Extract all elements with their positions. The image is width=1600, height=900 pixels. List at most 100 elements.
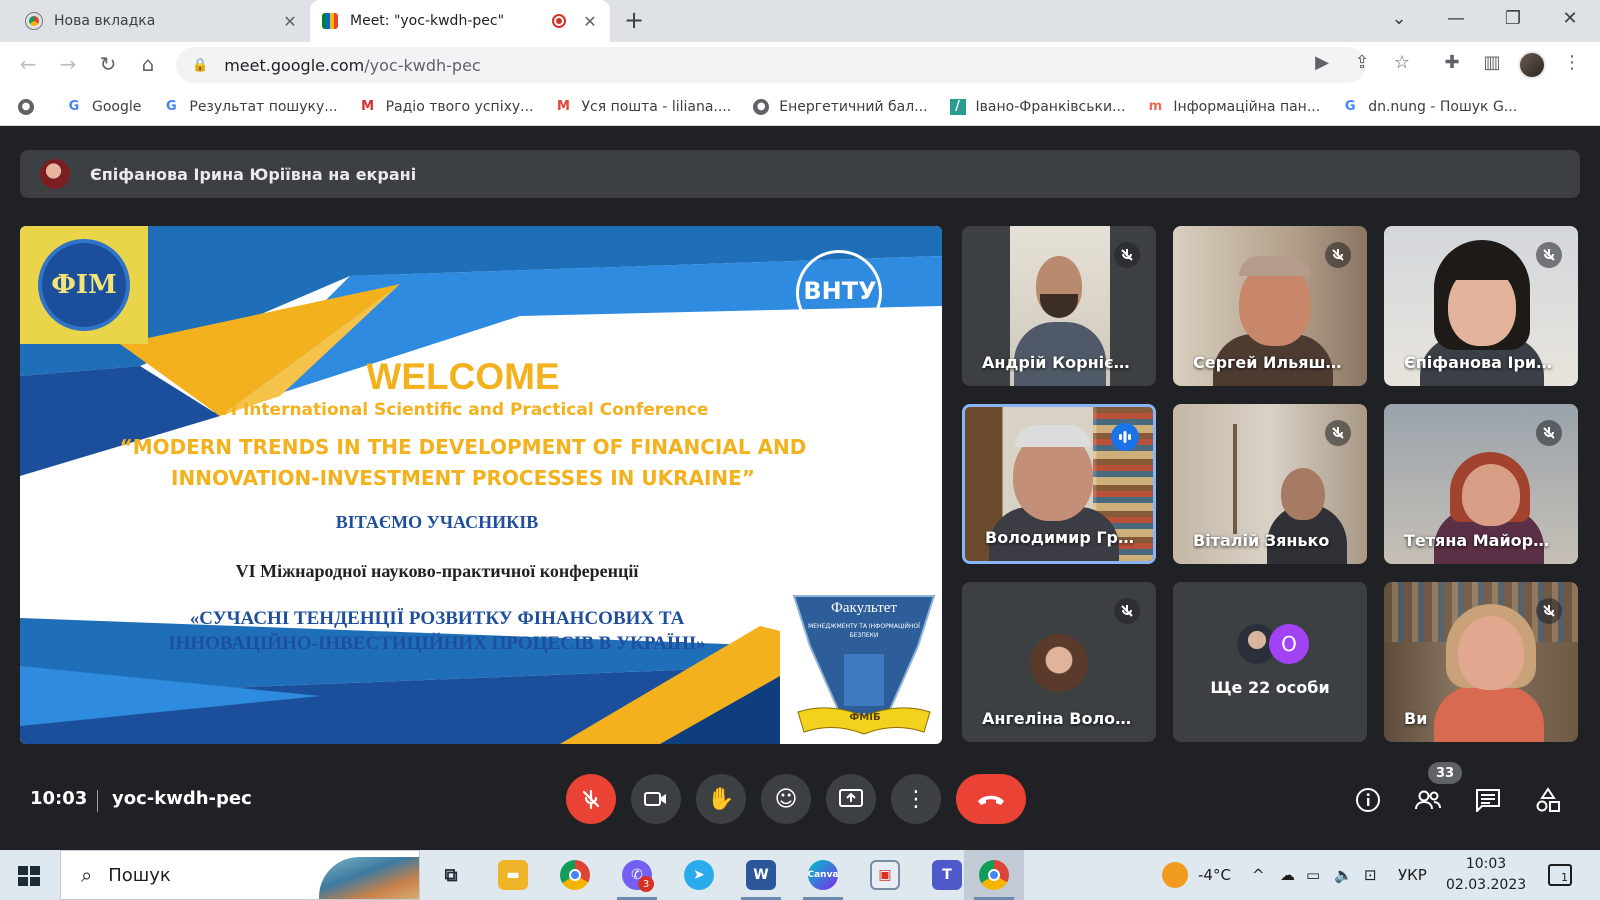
window-close-icon[interactable]: ✕: [1560, 8, 1580, 29]
url-path: /yoc-kwdh-pec: [364, 55, 481, 75]
site-icon: m: [1148, 99, 1163, 114]
chat-icon: [1476, 789, 1500, 812]
mic-off-icon: [1114, 598, 1140, 624]
participant-tile-self[interactable]: Ви: [1384, 582, 1578, 742]
leave-call-button[interactable]: [956, 774, 1026, 824]
back-icon[interactable]: ←: [16, 52, 40, 76]
hangup-icon: [978, 795, 1004, 805]
bookmark-item[interactable]: ● Енергетичний бал...: [753, 98, 928, 115]
weather-sun-icon[interactable]: [1162, 862, 1188, 888]
activities-button[interactable]: [1534, 786, 1562, 814]
bookmark-star-icon[interactable]: ☆: [1390, 52, 1414, 73]
screen-snip-icon[interactable]: ▣: [870, 860, 900, 890]
home-icon[interactable]: ⌂: [136, 52, 160, 76]
windows-start-icon[interactable]: [18, 866, 40, 886]
camera-toggle-button[interactable]: [631, 774, 681, 824]
participant-name: Єпіфанова Ірин...: [1404, 353, 1560, 372]
onedrive-icon[interactable]: ☁: [1280, 866, 1295, 884]
volume-icon[interactable]: 🔈: [1334, 866, 1353, 884]
taskbar-search-box[interactable]: ⌕ Пошук: [60, 850, 420, 900]
bookmark-item[interactable]: m Інформаційна пан...: [1147, 99, 1321, 115]
meeting-code: yoc-kwdh-pec: [112, 788, 252, 809]
close-icon[interactable]: ✕: [582, 12, 598, 31]
camera-icon[interactable]: ▶: [1310, 52, 1334, 73]
lock-icon[interactable]: 🔒: [192, 58, 208, 73]
bookmark-apps[interactable]: ●: [18, 98, 44, 115]
google-icon: G: [68, 99, 80, 114]
raise-hand-button[interactable]: ✋: [696, 774, 746, 824]
participant-avatar-letter: O: [1269, 624, 1309, 664]
participant-tile[interactable]: Віталій Зянько: [1173, 404, 1367, 564]
task-view-icon[interactable]: ⧉: [436, 860, 466, 890]
extensions-icon[interactable]: ✚: [1440, 52, 1464, 73]
language-indicator[interactable]: УКР: [1398, 866, 1427, 884]
minimize-icon[interactable]: —: [1446, 8, 1466, 29]
participant-name: Володимир Гра...: [985, 528, 1135, 547]
people-button[interactable]: [1414, 786, 1442, 814]
bookmark-item[interactable]: Gdn.nung - Пошук G...: [1342, 99, 1517, 115]
file-explorer-icon[interactable]: ▬: [498, 860, 528, 890]
more-participants-tile[interactable]: O Ще 22 особи: [1173, 582, 1367, 742]
share-icon[interactable]: ⇪: [1350, 52, 1374, 73]
google-icon: G: [166, 99, 177, 114]
browser-toolbar: ← → ↻ ⌂ 🔒 meet.google.com/yoc-kwdh-pec ▶…: [0, 42, 1600, 88]
word-icon[interactable]: W: [746, 860, 776, 890]
participant-tile[interactable]: Андрій Корнієнко: [962, 226, 1156, 386]
tray-chevron-icon[interactable]: ^: [1252, 866, 1265, 884]
site-icon: /: [949, 98, 966, 115]
mic-off-icon: [1536, 242, 1562, 268]
participant-name: Ви: [1404, 709, 1428, 728]
taskbar-search-placeholder: Пошук: [108, 864, 171, 886]
taskbar-clock[interactable]: 10:03 02.03.2023: [1446, 854, 1526, 896]
bookmark-item[interactable]: / Івано-Франківськи...: [949, 98, 1125, 115]
info-icon: [1356, 788, 1380, 812]
meeting-info-button[interactable]: [1354, 786, 1382, 814]
profile-avatar[interactable]: [1518, 51, 1546, 79]
participant-tile[interactable]: Тетяна Майорова: [1384, 404, 1578, 564]
new-tab-button[interactable]: +: [624, 8, 644, 32]
mic-off-icon: [1536, 420, 1562, 446]
globe-icon: ●: [753, 98, 770, 115]
reactions-button[interactable]: ☺: [761, 774, 811, 824]
slide-title-en-line: “MODERN TRENDS IN THE DEVELOPMENT OF FIN…: [119, 435, 807, 459]
mic-toggle-button[interactable]: [566, 774, 616, 824]
more-options-button[interactable]: ⋮: [891, 774, 941, 824]
participant-tile[interactable]: Ангеліна Волод...: [962, 582, 1156, 742]
bookmark-item[interactable]: G Google: [66, 99, 142, 115]
chrome-taskbar-icon[interactable]: [560, 860, 590, 890]
tab-new-tab[interactable]: Нова вкладка ✕: [14, 0, 310, 42]
participant-tile-speaking[interactable]: Володимир Гра...: [962, 404, 1156, 564]
canva-icon[interactable]: Canva: [807, 860, 839, 890]
present-screen-button[interactable]: [826, 774, 876, 824]
close-icon[interactable]: ✕: [282, 12, 298, 31]
presenting-banner: Єпіфанова Ірина Юріївна на екрані: [20, 150, 1580, 198]
side-panel-icon[interactable]: ▥: [1480, 52, 1504, 73]
bookmark-item[interactable]: M Уся пошта - liliana....: [556, 99, 731, 115]
network-icon[interactable]: ⊡: [1364, 866, 1377, 884]
notifications-icon[interactable]: 1: [1548, 864, 1572, 886]
bookmarks-bar: ● G Google G Результат пошуку... M Радіо тв…: [0, 88, 1600, 126]
participant-tile[interactable]: Єпіфанова Ірин...: [1384, 226, 1578, 386]
vntu-logo: ВНТУ: [792, 246, 888, 336]
battery-icon[interactable]: ▭: [1306, 866, 1320, 884]
people-icon: [1415, 790, 1441, 810]
tab-search-icon[interactable]: ⌄: [1389, 8, 1409, 29]
bookmark-item[interactable]: M Радіо твого успіху...: [360, 99, 533, 115]
bookmark-item[interactable]: G Результат пошуку...: [163, 99, 338, 115]
mic-off-icon: [582, 789, 600, 810]
address-bar[interactable]: 🔒 meet.google.com/yoc-kwdh-pec: [176, 47, 1366, 83]
participant-name: Сергей Ильяше...: [1193, 353, 1349, 372]
more-vert-icon: ⋮: [905, 786, 927, 812]
reload-icon[interactable]: ↻: [96, 52, 120, 76]
tab-meet[interactable]: Meet: "yoc-kwdh-pec" ✕: [310, 0, 610, 42]
menu-icon[interactable]: ⋮: [1560, 52, 1584, 73]
telegram-icon[interactable]: ➤: [684, 860, 714, 890]
restore-icon[interactable]: ❐: [1503, 8, 1523, 29]
tab-title: Нова вкладка: [54, 13, 156, 29]
forward-icon[interactable]: →: [56, 52, 80, 76]
temperature[interactable]: -4°C: [1198, 866, 1231, 884]
chat-button[interactable]: [1474, 786, 1502, 814]
teams-icon[interactable]: T: [932, 860, 962, 890]
chrome-active-taskbar-icon[interactable]: [979, 860, 1009, 890]
participant-tile[interactable]: Сергей Ильяше...: [1173, 226, 1367, 386]
